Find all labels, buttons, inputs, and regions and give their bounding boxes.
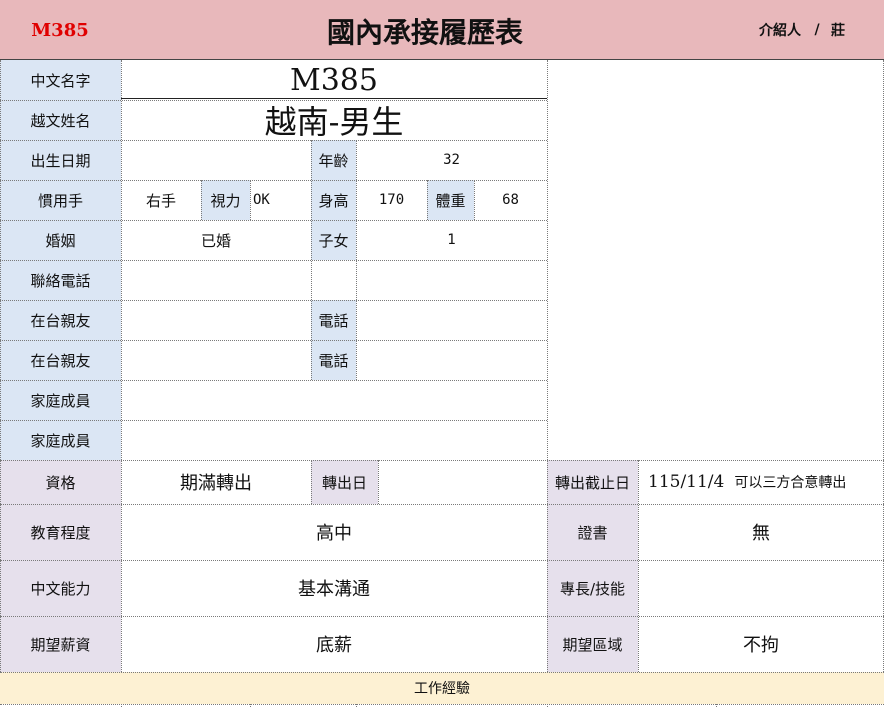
label-contact-phone: 聯絡電話 bbox=[0, 260, 121, 300]
label-certificate: 證書 bbox=[547, 504, 638, 560]
photo-area bbox=[547, 60, 884, 460]
label-transfer-date: 轉出日 bbox=[311, 460, 378, 504]
relative-1-phone-value bbox=[356, 300, 547, 340]
transfer-date-value bbox=[378, 460, 547, 504]
label-vision: 視力 bbox=[201, 180, 250, 220]
label-relative-2-phone: 電話 bbox=[311, 340, 356, 380]
relative-2-value bbox=[121, 340, 311, 380]
label-skills: 專長/技能 bbox=[547, 560, 638, 616]
label-relative-2: 在台親友 bbox=[0, 340, 121, 380]
label-expected-salary: 期望薪資 bbox=[0, 616, 121, 672]
resume-sheet: M385 國內承接履歷表 介紹人 / 莊 中文名字 越文姓名 出生日期 慣用手 … bbox=[0, 0, 884, 707]
introducer-separator: / bbox=[814, 22, 820, 38]
page-title: 國內承接履歷表 bbox=[326, 16, 523, 49]
introducer-label: 介紹人 bbox=[759, 23, 801, 39]
label-family-2: 家庭成員 bbox=[0, 420, 121, 460]
label-handedness: 慣用手 bbox=[0, 180, 121, 220]
label-vietnamese-name: 越文姓名 bbox=[0, 100, 121, 140]
label-family-1: 家庭成員 bbox=[0, 380, 121, 420]
birth-date-value bbox=[121, 140, 311, 180]
vietnamese-name-value: 越南-男生 bbox=[264, 103, 404, 140]
label-marriage: 婚姻 bbox=[0, 220, 121, 260]
marriage-value: 已婚 bbox=[200, 231, 231, 250]
qualification-value: 期滿轉出 bbox=[180, 473, 252, 494]
label-age: 年齡 bbox=[311, 140, 356, 180]
label-education: 教育程度 bbox=[0, 504, 121, 560]
label-expected-region: 期望區域 bbox=[547, 616, 638, 672]
transfer-deadline-cell: 115/11/4 可以三方合意轉出 bbox=[638, 460, 884, 504]
handedness-value: 右手 bbox=[145, 191, 176, 210]
label-weight: 體重 bbox=[427, 180, 474, 220]
contact-phone-value bbox=[121, 260, 547, 300]
label-chinese-name: 中文名字 bbox=[0, 60, 121, 100]
education-value: 高中 bbox=[316, 523, 352, 544]
children-value: 1 bbox=[447, 232, 456, 248]
label-birth-date: 出生日期 bbox=[0, 140, 121, 180]
label-children: 子女 bbox=[311, 220, 356, 260]
expected-region-value: 不拘 bbox=[743, 635, 779, 656]
label-transfer-deadline: 轉出截止日 bbox=[547, 460, 638, 504]
family-2-value bbox=[121, 420, 547, 460]
label-chinese-ability: 中文能力 bbox=[0, 560, 121, 616]
vision-value: OK bbox=[253, 192, 270, 208]
label-relative-1-phone: 電話 bbox=[311, 300, 356, 340]
relative-1-value bbox=[121, 300, 311, 340]
label-qualification: 資格 bbox=[0, 460, 121, 504]
transfer-deadline-value: 115/11/4 bbox=[648, 472, 725, 492]
introducer-name: 莊 bbox=[831, 23, 845, 39]
age-value: 32 bbox=[443, 152, 460, 168]
label-relative-1: 在台親友 bbox=[0, 300, 121, 340]
label-height: 身高 bbox=[311, 180, 356, 220]
family-1-value bbox=[121, 380, 547, 420]
weight-value: 68 bbox=[502, 192, 519, 208]
certificate-value: 無 bbox=[752, 523, 770, 544]
transfer-deadline-note: 可以三方合意轉出 bbox=[734, 475, 847, 491]
chinese-name-value: M385 bbox=[290, 62, 378, 98]
expected-salary-value: 底薪 bbox=[316, 635, 352, 656]
chinese-ability-value: 基本溝通 bbox=[298, 579, 370, 600]
height-value: 170 bbox=[378, 192, 405, 208]
resume-code: M385 bbox=[31, 19, 89, 41]
work-experience-header: 工作經驗 bbox=[0, 672, 884, 704]
relative-2-phone-value bbox=[356, 340, 547, 380]
skills-value bbox=[638, 560, 884, 616]
